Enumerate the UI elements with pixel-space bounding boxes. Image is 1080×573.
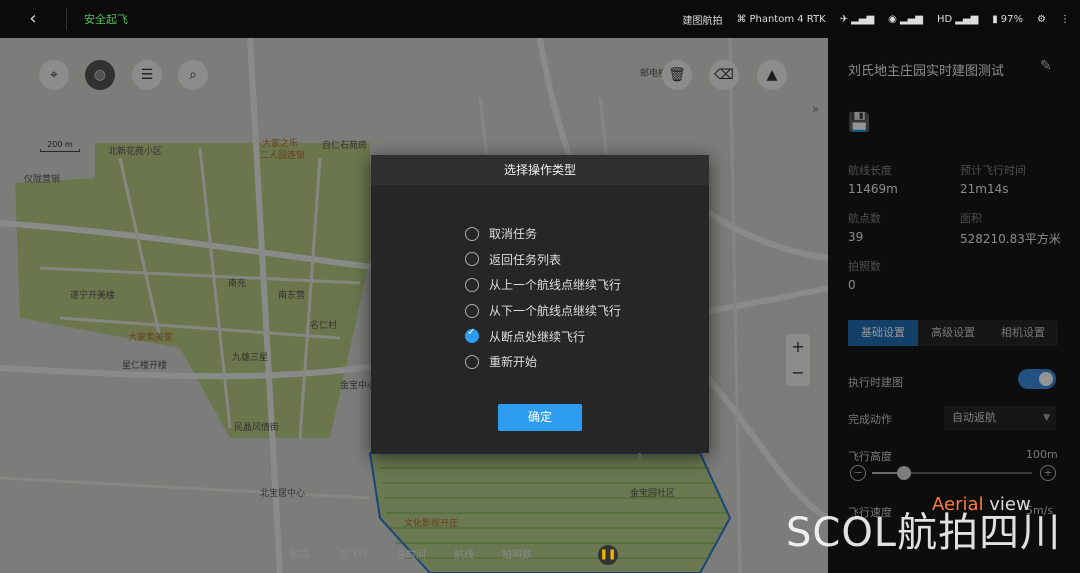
- bottom-item: 航高: [290, 550, 310, 561]
- option-previous-waypoint[interactable]: 从上一个航线点继续飞行: [465, 272, 621, 298]
- radio-icon[interactable]: [465, 354, 479, 369]
- remote-indicator[interactable]: ◉ ▂▄▆: [888, 14, 923, 25]
- option-label: 从断点处继续飞行: [489, 329, 586, 344]
- bottom-item: 总时间: [396, 550, 426, 561]
- radio-icon[interactable]: [465, 277, 479, 292]
- drone-icon: ⌘: [736, 13, 747, 25]
- option-next-waypoint[interactable]: 从下一个航线点继续飞行: [465, 298, 621, 324]
- option-label: 从下一个航线点继续飞行: [489, 304, 622, 319]
- bottom-info-bar: 航高 总飞行 总时间 航线 拍照数: [290, 546, 630, 566]
- watermark: SCOL航拍四川: [786, 510, 1062, 556]
- option-resume-breakpoint[interactable]: 从断点处继续飞行: [465, 323, 621, 349]
- more-icon[interactable]: ⋮: [1060, 14, 1070, 25]
- radio-icon[interactable]: [465, 226, 479, 241]
- signal-bars-icon: ▂▄▆: [851, 13, 875, 25]
- radio-icon[interactable]: [465, 252, 479, 267]
- option-return-list[interactable]: 返回任务列表: [465, 247, 621, 273]
- hd-label: HD: [936, 13, 953, 25]
- dialog-title: 选择操作类型: [371, 155, 709, 185]
- satellite-icon: ✈: [839, 13, 849, 25]
- radio-checked-icon[interactable]: [465, 327, 479, 344]
- option-label: 重新开始: [489, 355, 538, 370]
- signal-bars-icon: ▂▄▆: [955, 13, 979, 25]
- option-label: 从上一个航线点继续飞行: [489, 278, 622, 293]
- option-restart[interactable]: 重新开始: [465, 349, 621, 375]
- chevron-left-icon[interactable]: ‹: [22, 8, 44, 30]
- aircraft-name: Phantom 4 RTK: [749, 13, 826, 25]
- satellite-indicator[interactable]: ✈ ▂▄▆: [840, 14, 874, 25]
- hd-indicator[interactable]: HD ▂▄▆: [937, 14, 978, 25]
- aircraft-indicator[interactable]: ⌘ Phantom 4 RTK: [736, 14, 825, 25]
- battery-icon: ▮: [992, 13, 998, 25]
- remote-icon: ◉: [888, 13, 897, 25]
- bottom-item: 总飞行: [338, 550, 368, 561]
- battery-level: 97%: [1000, 13, 1024, 25]
- operation-options: 取消任务 返回任务列表 从上一个航线点继续飞行 从下一个航线点继续飞行 从断点处…: [465, 221, 621, 375]
- top-status-bar: ‹ 安全起飞 建图航拍 ⌘ Phantom 4 RTK ✈ ▂▄▆ ◉ ▂▄▆ …: [0, 0, 1080, 38]
- pause-icon[interactable]: ❚❚: [598, 545, 618, 565]
- divider: [66, 8, 67, 30]
- option-cancel-task[interactable]: 取消任务: [465, 221, 621, 247]
- gear-icon[interactable]: ⚙: [1037, 14, 1046, 25]
- radio-icon[interactable]: [465, 303, 479, 318]
- bottom-item: 拍照数: [502, 550, 532, 561]
- signal-bars-icon: ▂▄▆: [899, 13, 923, 25]
- flight-status-text: 安全起飞: [84, 13, 128, 26]
- option-label: 返回任务列表: [489, 252, 562, 267]
- battery-indicator[interactable]: ▮ 97%: [992, 14, 1023, 25]
- mode-label[interactable]: 建图航拍: [682, 12, 722, 27]
- status-indicators: 建图航拍 ⌘ Phantom 4 RTK ✈ ▂▄▆ ◉ ▂▄▆ HD ▂▄▆ …: [682, 0, 1070, 38]
- option-label: 取消任务: [489, 227, 538, 242]
- confirm-button[interactable]: 确定: [498, 404, 582, 431]
- operation-type-dialog: 选择操作类型 取消任务 返回任务列表 从上一个航线点继续飞行 从下一个航线点继续…: [371, 155, 709, 453]
- bottom-item: 航线: [454, 550, 474, 561]
